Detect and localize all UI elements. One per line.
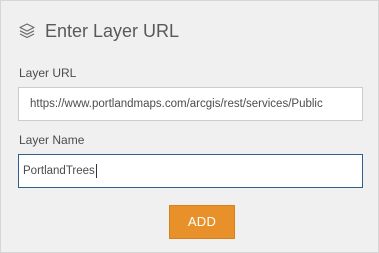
panel-header: Enter Layer URL <box>18 20 179 42</box>
layer-url-input[interactable]: https://www.portlandmaps.com/arcgis/rest… <box>18 87 363 121</box>
layer-name-value: PortlandTrees <box>23 165 95 177</box>
layer-name-label: Layer Name <box>19 133 85 147</box>
text-caret <box>95 163 97 178</box>
layer-url-label: Layer URL <box>19 66 77 80</box>
panel-title: Enter Layer URL <box>45 21 180 41</box>
layers-icon <box>18 22 36 40</box>
layer-url-value: https://www.portlandmaps.com/arcgis/rest… <box>30 98 323 110</box>
add-button[interactable]: ADD <box>169 205 235 239</box>
add-layer-panel: Enter Layer URL Layer URL https://www.po… <box>0 0 379 253</box>
layer-name-input[interactable]: PortlandTrees <box>18 154 363 188</box>
